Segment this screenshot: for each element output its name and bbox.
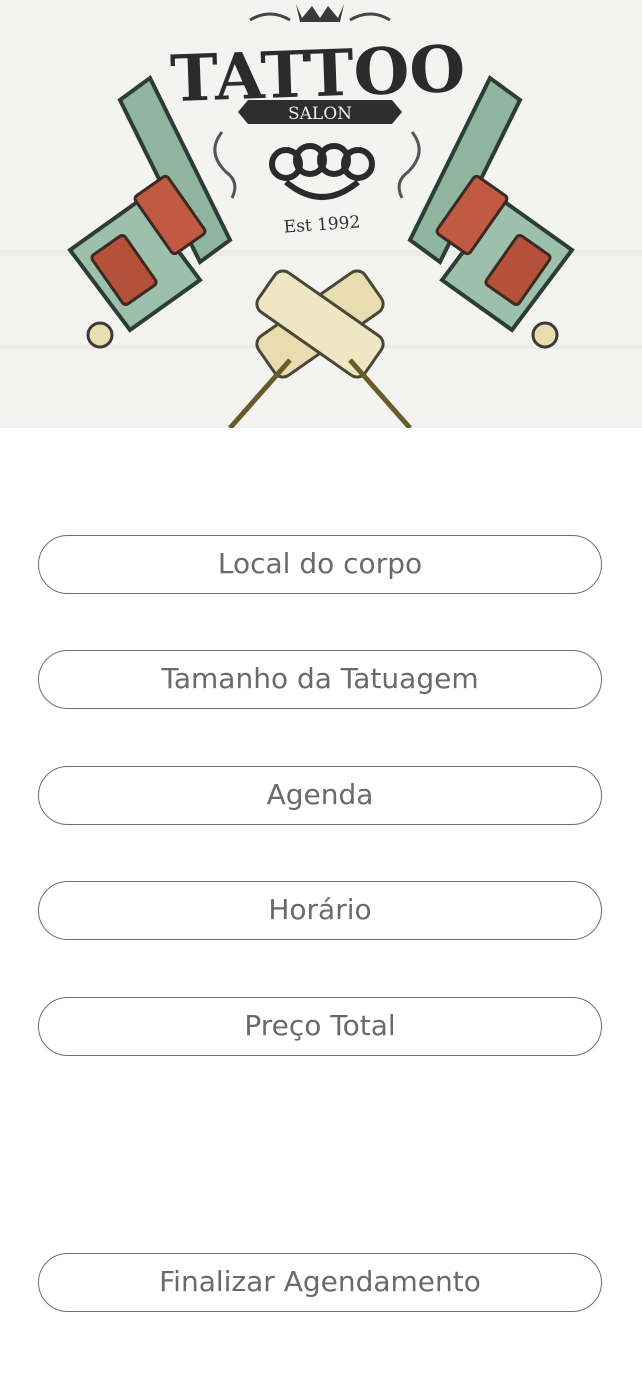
- body-location-field[interactable]: Local do corpo: [38, 535, 602, 594]
- tattoo-size-field[interactable]: Tamanho da Tatuagem: [38, 650, 602, 709]
- total-price-field[interactable]: Preço Total: [38, 997, 602, 1056]
- schedule-date-field[interactable]: Agenda: [38, 766, 602, 825]
- finalize-booking-button[interactable]: Finalizar Agendamento: [38, 1253, 602, 1312]
- logo-ribbon-text: SALON: [288, 104, 352, 124]
- tattoo-salon-banner: TATTOO SALON Est 1992: [0, 0, 642, 428]
- tattoo-machines-logo-icon: TATTOO SALON Est 1992: [0, 0, 642, 428]
- time-slot-field[interactable]: Horário: [38, 881, 602, 940]
